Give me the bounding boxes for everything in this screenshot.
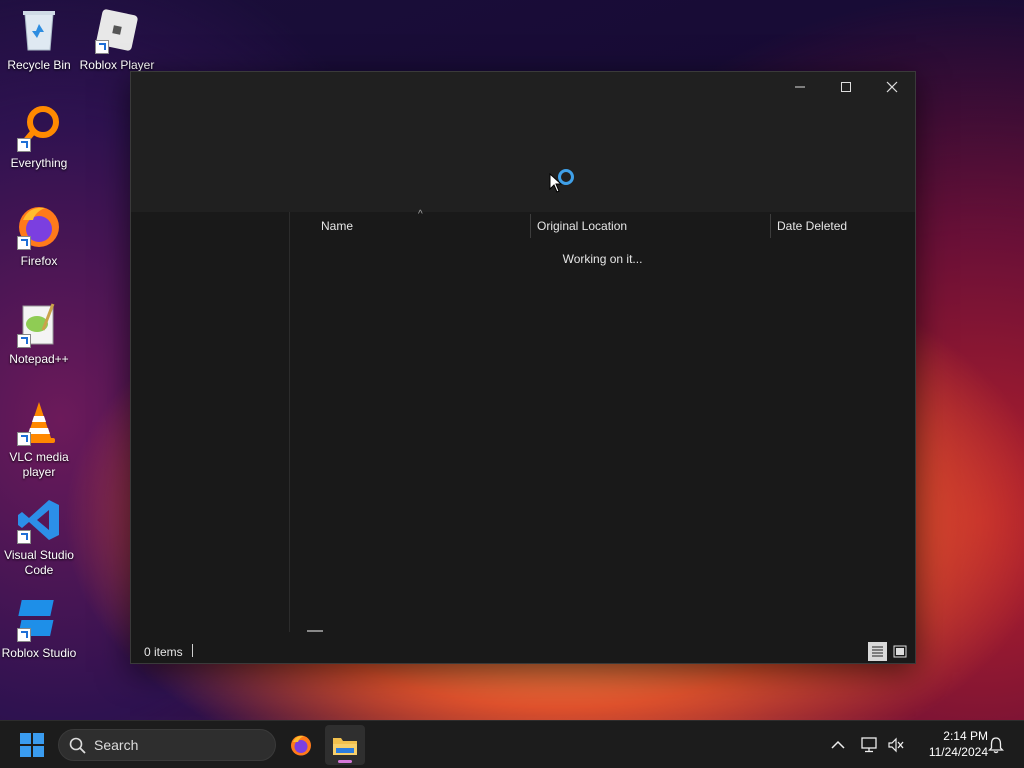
desktop-icon-everything[interactable]: Everything — [0, 104, 78, 171]
taskbar-search-box[interactable]: Search — [58, 729, 276, 761]
column-header-name[interactable]: Name — [321, 212, 529, 240]
maximize-icon — [841, 82, 851, 92]
file-explorer-folder-icon — [333, 738, 357, 755]
recycle-bin-icon — [15, 6, 63, 54]
desktop-icon-label: Visual Studio Code — [4, 548, 74, 577]
desktop-icon-recycle-bin[interactable]: Recycle Bin — [0, 6, 78, 73]
vscode-icon — [15, 496, 63, 544]
minimize-button[interactable] — [777, 72, 823, 102]
network-button[interactable] — [860, 735, 880, 755]
search-label: Search — [94, 737, 139, 753]
desktop-icon-label: Roblox Studio — [1, 646, 77, 660]
search-icon — [69, 737, 86, 754]
close-icon — [886, 81, 898, 93]
taskbar-clock[interactable]: 2:14 PM 11/24/2024 — [912, 728, 988, 760]
bell-icon — [988, 737, 1004, 754]
mouse-cursor-icon — [549, 173, 563, 193]
desktop-icon-label: Everything — [10, 156, 68, 170]
desktop-icon-vlc[interactable]: VLC media player — [0, 398, 78, 480]
desktop-icon-label: Recycle Bin — [7, 58, 71, 72]
horizontal-scrollbar[interactable] — [307, 630, 323, 632]
navigation-pane[interactable] — [131, 212, 290, 632]
taskbar-firefox[interactable] — [281, 725, 321, 765]
start-button[interactable] — [20, 733, 44, 757]
shortcut-arrow-icon — [17, 530, 31, 544]
shortcut-arrow-icon — [95, 40, 109, 54]
active-app-indicator — [338, 760, 352, 763]
column-separator[interactable] — [530, 214, 531, 238]
status-divider — [192, 644, 193, 657]
volume-muted-icon — [888, 737, 904, 753]
column-header-original-location[interactable]: Original Location — [537, 212, 769, 240]
shortcut-arrow-icon — [17, 138, 31, 152]
recycle-bin-window[interactable]: ^ Name Original Location Date Deleted Wo… — [130, 71, 916, 664]
details-column-header: ^ Name Original Location Date Deleted — [290, 209, 915, 240]
firefox-icon — [15, 202, 63, 250]
minimize-icon — [795, 86, 805, 88]
desktop-icon-label: VLC media player — [9, 450, 69, 479]
show-hidden-icons-button[interactable] — [828, 735, 848, 755]
column-separator[interactable] — [770, 214, 771, 238]
shortcut-arrow-icon — [17, 236, 31, 250]
clock-time: 2:14 PM — [943, 729, 988, 743]
vlc-cone-icon — [15, 398, 63, 446]
maximize-button[interactable] — [823, 72, 869, 102]
desktop-icon-roblox-player[interactable]: Roblox Player — [78, 6, 156, 73]
notifications-button[interactable] — [986, 735, 1006, 755]
volume-button[interactable] — [886, 735, 906, 755]
everything-search-icon — [15, 104, 63, 152]
shortcut-arrow-icon — [17, 334, 31, 348]
close-button[interactable] — [869, 72, 915, 102]
chevron-up-icon — [831, 740, 845, 749]
column-header-date-deleted[interactable]: Date Deleted — [777, 212, 907, 240]
roblox-studio-icon — [15, 594, 63, 642]
status-bar: 0 items — [131, 640, 915, 663]
item-count: 0 items — [144, 645, 183, 659]
window-titlebar[interactable] — [131, 72, 915, 212]
details-view-icon — [872, 646, 883, 657]
shortcut-arrow-icon — [17, 432, 31, 446]
windows-logo-icon — [20, 733, 44, 757]
roblox-player-icon — [93, 6, 141, 54]
desktop-icon-vscode[interactable]: Visual Studio Code — [0, 496, 78, 578]
firefox-icon — [291, 735, 311, 756]
taskbar-file-explorer[interactable] — [325, 725, 365, 765]
desktop-icon-notepad-plus-plus[interactable]: Notepad++ — [0, 300, 78, 367]
desktop-icon-label: Notepad++ — [9, 352, 69, 366]
loading-message: Working on it... — [562, 252, 643, 266]
details-view-button[interactable] — [868, 642, 887, 661]
desktop-icon-label: Firefox — [20, 254, 58, 268]
clock-date: 11/24/2024 — [928, 745, 988, 759]
desktop-icon-roblox-studio[interactable]: Roblox Studio — [0, 594, 78, 661]
taskbar: Search 2:14 PM 11/24/2024 — [0, 720, 1024, 768]
desktop-icon-firefox[interactable]: Firefox — [0, 202, 78, 269]
large-icons-view-icon — [893, 645, 906, 658]
network-icon — [861, 737, 877, 753]
shortcut-arrow-icon — [17, 628, 31, 642]
notepad-plus-plus-icon — [15, 300, 63, 348]
large-icons-view-button[interactable] — [890, 642, 909, 661]
